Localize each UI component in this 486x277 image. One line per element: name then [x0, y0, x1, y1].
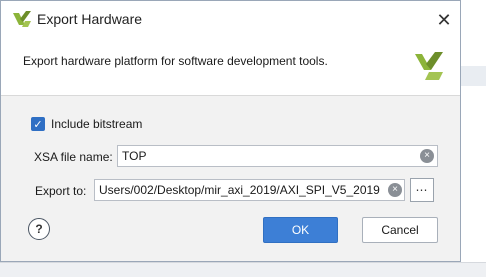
vivado-logo-large-icon	[415, 52, 443, 80]
check-icon: ✓	[33, 118, 43, 131]
include-bitstream-checkbox[interactable]: ✓	[31, 117, 45, 131]
include-bitstream-label: Include bitstream	[51, 117, 143, 131]
export-hardware-dialog: Export Hardware ✕ Export hardware platfo…	[0, 0, 461, 262]
browse-button[interactable]: ⋯	[410, 178, 434, 202]
cancel-button[interactable]: Cancel	[362, 217, 438, 243]
xsa-file-name-input[interactable]: TOP	[117, 145, 438, 167]
include-bitstream-option[interactable]: ✓ Include bitstream	[31, 117, 142, 131]
xsa-file-name-label: XSA file name:	[34, 150, 113, 164]
more-options-icon: ⋯	[415, 183, 429, 197]
close-button[interactable]: ✕	[433, 9, 455, 31]
background-selected-row	[461, 66, 486, 86]
export-to-label: Export to:	[35, 184, 87, 198]
dialog-titlebar: Export Hardware ✕	[1, 1, 460, 37]
export-to-input[interactable]: Users/002/Desktop/mir_axi_2019/AXI_SPI_V…	[94, 179, 405, 201]
help-button[interactable]: ?	[28, 218, 50, 240]
help-icon: ?	[35, 222, 43, 236]
dialog-header-panel: Export hardware platform for software de…	[1, 37, 460, 96]
close-icon: ✕	[436, 9, 452, 30]
clear-icon[interactable]: ×	[420, 149, 434, 163]
dialog-description: Export hardware platform for software de…	[23, 54, 328, 68]
background-window	[461, 0, 486, 276]
clear-icon[interactable]: ×	[388, 183, 402, 197]
ok-button[interactable]: OK	[263, 217, 338, 243]
dialog-title: Export Hardware	[37, 11, 143, 27]
background-status-area	[0, 262, 486, 277]
vivado-logo-icon	[13, 11, 31, 27]
